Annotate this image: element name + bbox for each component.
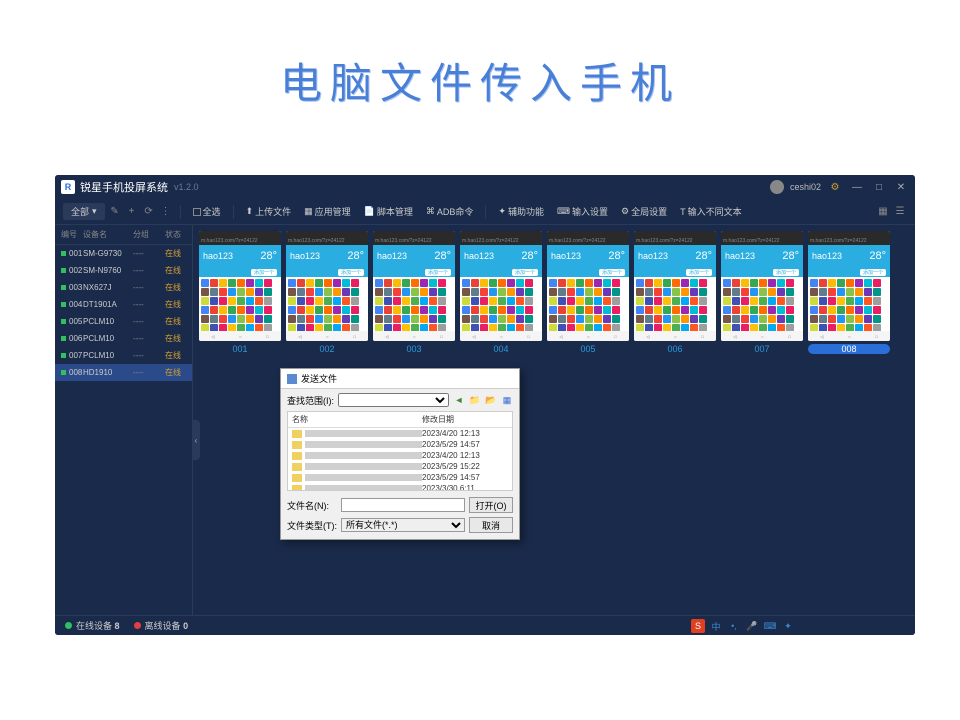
global-settings-button[interactable]: ⚙全局设置	[616, 203, 672, 220]
grid-view-icon[interactable]: ▦	[876, 205, 890, 219]
filetype-dropdown[interactable]: 所有文件(*.*)	[341, 518, 465, 532]
statusbar: 在线设备 8 离线设备 0 S 中 •, 🎤 ⌨ ✦	[55, 615, 915, 635]
device-thumbnail[interactable]: m.hao123.com/?z=24122hao12328°添加一个◁○□005	[547, 231, 629, 354]
ime-mic-icon[interactable]: 🎤	[745, 619, 759, 633]
filename-label: 文件名(N):	[287, 499, 337, 512]
device-thumbnail[interactable]: m.hao123.com/?z=24122hao12328°添加一个◁○□006	[634, 231, 716, 354]
device-thumbnail[interactable]: m.hao123.com/?z=24122hao12328°添加一个◁○□001	[199, 231, 281, 354]
ime-toolbar: S 中 •, 🎤 ⌨ ✦	[691, 619, 795, 633]
device-row[interactable]: 005PCLM10----在线	[55, 313, 192, 330]
ime-logo-icon[interactable]: S	[691, 619, 705, 633]
file-row[interactable]: 2023/5/29 14:57	[288, 439, 512, 450]
device-row[interactable]: 007PCLM10----在线	[55, 347, 192, 364]
script-manager-button[interactable]: 📄脚本管理	[359, 203, 418, 220]
text-input-button[interactable]: T输入不同文本	[675, 203, 747, 220]
device-sidebar: 编号 设备名 分组 状态 001SM-G9730----在线002SM-N976…	[55, 225, 193, 615]
filter-dropdown[interactable]: 全部 ▾	[63, 203, 105, 220]
device-thumbnail[interactable]: m.hao123.com/?z=24122hao12328°添加一个◁○□008	[808, 231, 890, 354]
close-button[interactable]: ✕	[893, 179, 909, 195]
cancel-button[interactable]: 取消	[469, 517, 513, 533]
new-folder-icon[interactable]: 📂	[485, 394, 497, 406]
edit-icon[interactable]: ✎	[108, 205, 122, 219]
device-row[interactable]: 008HD1910----在线	[55, 364, 192, 381]
aux-button[interactable]: ✦辅助功能	[493, 203, 549, 220]
app-version: v1.2.0	[174, 182, 199, 192]
device-row[interactable]: 001SM-G9730----在线	[55, 245, 192, 262]
upload-button[interactable]: ⬆上传文件	[241, 203, 297, 220]
device-grid-area: m.hao123.com/?z=24122hao12328°添加一个◁○□001…	[193, 225, 915, 615]
app-logo-icon: R	[61, 180, 75, 194]
device-thumbnail[interactable]: m.hao123.com/?z=24122hao12328°添加一个◁○□007	[721, 231, 803, 354]
dialog-icon	[287, 374, 297, 384]
device-thumbnail[interactable]: m.hao123.com/?z=24122hao12328°添加一个◁○□004	[460, 231, 542, 354]
app-manager-button[interactable]: ▦应用管理	[299, 203, 356, 220]
up-folder-icon[interactable]: 📁	[469, 394, 481, 406]
page-heading: 电脑文件传入手机	[0, 0, 960, 141]
lookin-dropdown[interactable]	[338, 393, 449, 407]
file-row[interactable]: 2023/3/30 6:11	[288, 483, 512, 491]
back-icon[interactable]: ◄	[453, 394, 465, 406]
file-row[interactable]: 2023/4/20 12:13	[288, 428, 512, 439]
plus-icon[interactable]: +	[125, 205, 139, 219]
ime-punct-icon[interactable]: •,	[727, 619, 741, 633]
offline-dot-icon	[134, 622, 141, 629]
device-list-header: 编号 设备名 分组 状态	[55, 225, 192, 245]
device-row[interactable]: 003NX627J----在线	[55, 279, 192, 296]
app-window: R 锐星手机投屏系统 v1.2.0 ceshi02 ⚙ — □ ✕ 全部 ▾ ✎…	[55, 175, 915, 635]
view-menu-icon[interactable]: ▦	[501, 394, 513, 406]
dialog-titlebar: 发送文件	[281, 369, 519, 389]
titlebar: R 锐星手机投屏系统 v1.2.0 ceshi02 ⚙ — □ ✕	[55, 175, 915, 199]
select-all-checkbox[interactable]: 全选	[188, 203, 226, 220]
maximize-button[interactable]: □	[871, 179, 887, 195]
device-thumbnail[interactable]: m.hao123.com/?z=24122hao12328°添加一个◁○□002	[286, 231, 368, 354]
file-row[interactable]: 2023/5/29 15:22	[288, 461, 512, 472]
minimize-button[interactable]: —	[849, 179, 865, 195]
avatar[interactable]	[770, 180, 784, 194]
online-dot-icon	[65, 622, 72, 629]
toolbar: 全部 ▾ ✎ + ⟳ ⋮ 全选 ⬆上传文件 ▦应用管理 📄脚本管理 ⌘ADB命令…	[55, 199, 915, 225]
ime-mode[interactable]: 中	[709, 619, 723, 633]
input-settings-button[interactable]: ⌨输入设置	[552, 203, 613, 220]
ime-keyboard-icon[interactable]: ⌨	[763, 619, 777, 633]
device-row[interactable]: 004DT1901A----在线	[55, 296, 192, 313]
ime-settings-icon[interactable]: ✦	[781, 619, 795, 633]
lookin-label: 查找范围(I):	[287, 394, 334, 407]
open-button[interactable]: 打开(O)	[469, 497, 513, 513]
adb-button[interactable]: ⌘ADB命令	[421, 203, 479, 220]
gear-icon[interactable]: ⚙	[827, 179, 843, 195]
filetype-label: 文件类型(T):	[287, 519, 337, 532]
app-title: 锐星手机投屏系统	[80, 179, 168, 195]
list-view-icon[interactable]: ☰	[893, 205, 907, 219]
refresh-icon[interactable]: ⟳	[142, 205, 156, 219]
wifi-icon[interactable]: ⋮	[159, 205, 173, 219]
device-row[interactable]: 002SM-N9760----在线	[55, 262, 192, 279]
file-row[interactable]: 2023/4/20 12:13	[288, 450, 512, 461]
username: ceshi02	[790, 182, 821, 192]
file-open-dialog: 发送文件 查找范围(I): ◄ 📁 📂 ▦ 名称修改日期 2023/4/20 1…	[280, 368, 520, 540]
file-list[interactable]: 名称修改日期 2023/4/20 12:132023/5/29 14:57202…	[287, 411, 513, 491]
device-row[interactable]: 006PCLM10----在线	[55, 330, 192, 347]
filename-input[interactable]	[341, 498, 465, 512]
file-row[interactable]: 2023/5/29 14:57	[288, 472, 512, 483]
chevron-down-icon: ▾	[92, 206, 97, 217]
device-thumbnail[interactable]: m.hao123.com/?z=24122hao12328°添加一个◁○□003	[373, 231, 455, 354]
sidebar-collapse-handle[interactable]: ‹	[192, 420, 200, 460]
